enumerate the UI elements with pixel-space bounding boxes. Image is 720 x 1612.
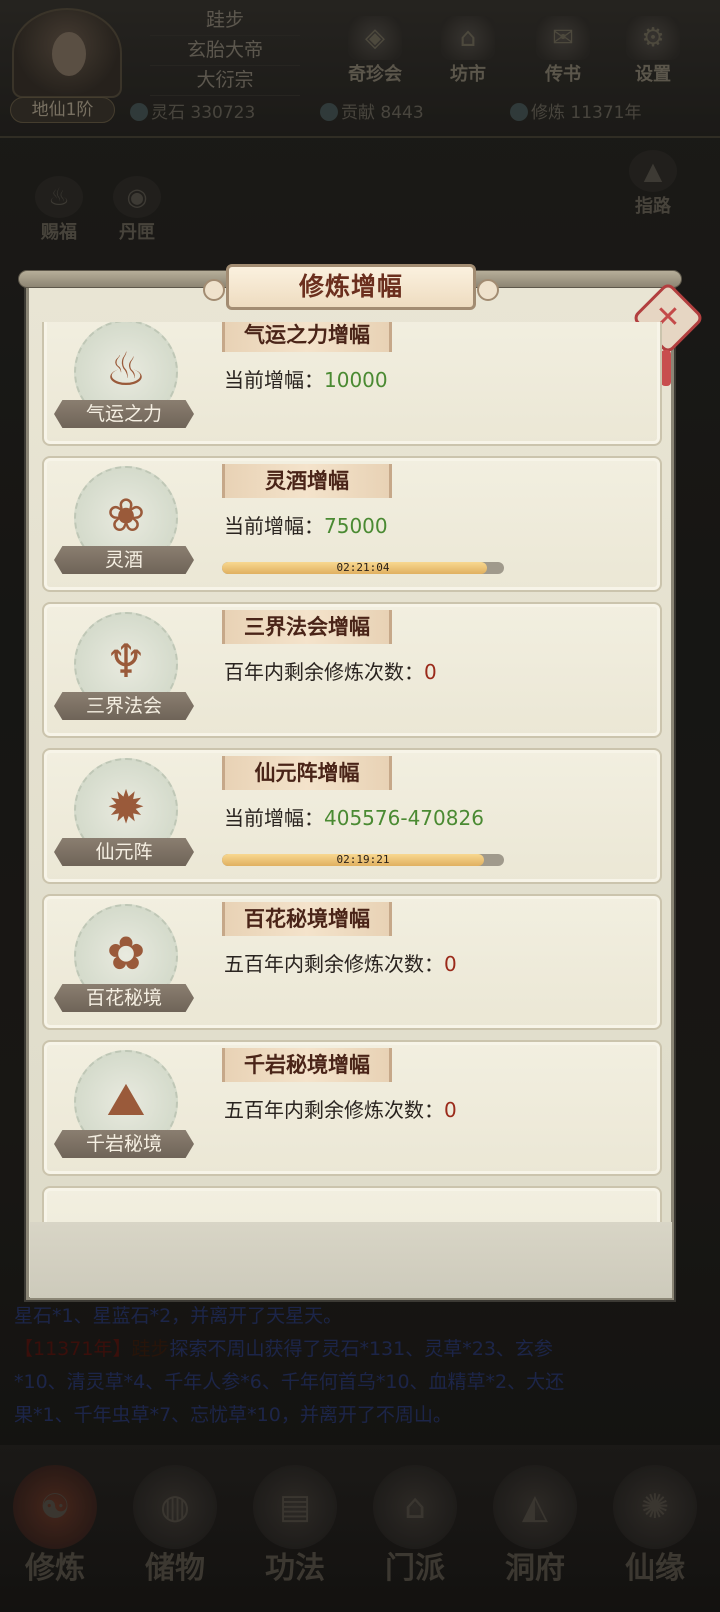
card-title: 灵酒增幅	[222, 464, 392, 498]
card-line-label: 当前增幅：	[224, 806, 324, 830]
card-icon-label: 三界法会	[54, 692, 194, 720]
timer-bar: 02:21:04	[222, 562, 504, 574]
boost-list[interactable]: ♨ 气运之力 气运之力增幅 当前增幅：10000 ❀ 灵酒 灵酒增幅 当前增幅：…	[38, 322, 664, 1222]
card-icon: ⛰ 千岩秘境	[54, 1050, 194, 1166]
card-line: 当前增幅：10000	[224, 364, 388, 393]
card-icon: ✹ 仙元阵	[54, 758, 194, 874]
card-line: 当前增幅：405576-470826	[224, 802, 484, 831]
card-icon-label: 千岩秘境	[54, 1130, 194, 1158]
wine-icon: ❀	[106, 488, 146, 542]
card-line-label: 百年内剩余修炼次数：	[224, 660, 424, 684]
card-line-value: 10000	[324, 368, 388, 392]
boost-card-flower-realm: ✿ 百花秘境 百花秘境增幅 五百年内剩余修炼次数：0	[42, 894, 662, 1030]
boost-card-next	[42, 1186, 662, 1222]
card-icon: ♨ 气运之力	[54, 322, 194, 436]
card-icon: ❀ 灵酒	[54, 466, 194, 582]
card-title: 千岩秘境增幅	[222, 1048, 392, 1082]
card-line: 五百年内剩余修炼次数：0	[224, 948, 457, 977]
card-title: 仙元阵增幅	[222, 756, 392, 790]
boost-card-assembly: ♆ 三界法会 三界法会增幅 百年内剩余修炼次数：0	[42, 602, 662, 738]
card-line-value: 75000	[324, 514, 388, 538]
card-line-label: 当前增幅：	[224, 514, 324, 538]
card-icon-label: 灵酒	[54, 546, 194, 574]
boost-card-formation: ✹ 仙元阵 仙元阵增幅 当前增幅：405576-470826 02:19:21	[42, 748, 662, 884]
card-line-value: 0	[444, 952, 457, 976]
card-line-value: 405576-470826	[324, 806, 484, 830]
fortune-icon: ♨	[105, 342, 147, 396]
modal-title: 修炼增幅	[203, 264, 499, 310]
formation-icon: ✹	[106, 780, 146, 834]
boost-card-rock-realm: ⛰ 千岩秘境 千岩秘境增幅 五百年内剩余修炼次数：0	[42, 1040, 662, 1176]
card-line-label: 当前增幅：	[224, 368, 324, 392]
card-title: 气运之力增幅	[222, 322, 392, 352]
card-title: 三界法会增幅	[222, 610, 392, 644]
card-line-value: 0	[444, 1098, 457, 1122]
incense-burner-icon: ♆	[105, 634, 147, 688]
card-line-value: 0	[424, 660, 437, 684]
card-icon: ♆ 三界法会	[54, 612, 194, 728]
card-icon: ✿ 百花秘境	[54, 904, 194, 1020]
boost-card-wine: ❀ 灵酒 灵酒增幅 当前增幅：75000 02:21:04	[42, 456, 662, 592]
card-line: 五百年内剩余修炼次数：0	[224, 1094, 457, 1123]
modal-bottom-area	[30, 1222, 672, 1298]
boost-card-fortune: ♨ 气运之力 气运之力增幅 当前增幅：10000	[42, 322, 662, 446]
timer-bar: 02:19:21	[222, 854, 504, 866]
rock-realm-icon: ⛰	[106, 1072, 146, 1126]
card-title: 百花秘境增幅	[222, 902, 392, 936]
flower-realm-icon: ✿	[106, 926, 146, 980]
card-icon-label: 气运之力	[54, 400, 194, 428]
card-line: 百年内剩余修炼次数：0	[224, 656, 437, 685]
card-icon-label: 仙元阵	[54, 838, 194, 866]
timer-text: 02:21:04	[336, 562, 390, 574]
timer-text: 02:19:21	[336, 854, 390, 866]
card-line-label: 五百年内剩余修炼次数：	[224, 952, 444, 976]
card-icon-label: 百花秘境	[54, 984, 194, 1012]
card-line-label: 五百年内剩余修炼次数：	[224, 1098, 444, 1122]
card-line: 当前增幅：75000	[224, 510, 388, 539]
